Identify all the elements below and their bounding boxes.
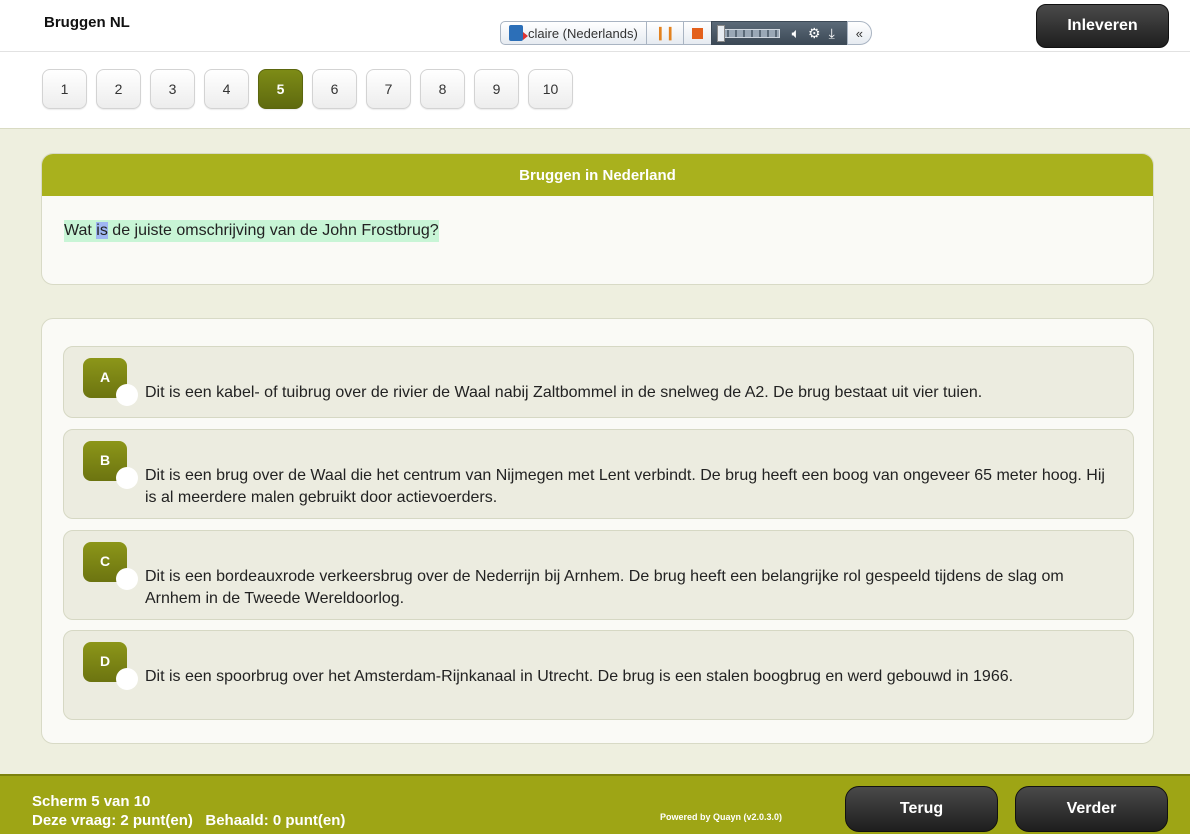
- answer-text: Dit is een spoorbrug over het Amsterdam-…: [145, 668, 1014, 685]
- gear-icon[interactable]: ⚙: [808, 25, 821, 42]
- page-button-10[interactable]: 10: [528, 69, 573, 109]
- page-button-3[interactable]: 3: [150, 69, 195, 109]
- speaker-icon: [509, 25, 528, 41]
- tts-controls: 🔈︎ ⚙ ⤓: [710, 21, 848, 45]
- footer: Scherm 5 van 10 Deze vraag: 2 punt(en) B…: [0, 774, 1190, 834]
- question-card: Bruggen in Nederland Wat is de juiste om…: [41, 153, 1154, 285]
- answer-option-a[interactable]: A Dit is een kabel- of tuibrug over de r…: [63, 346, 1134, 418]
- page-button-1[interactable]: 1: [42, 69, 87, 109]
- stop-icon: [691, 27, 703, 39]
- stop-button[interactable]: [682, 21, 712, 45]
- page-button-2[interactable]: 2: [96, 69, 141, 109]
- question-pager: 1 2 3 4 5 6 7 8 9 10: [42, 69, 582, 109]
- speed-slider[interactable]: [716, 24, 780, 42]
- answer-text: Dit is een kabel- of tuibrug over de riv…: [145, 384, 983, 401]
- radio-button[interactable]: [116, 384, 138, 406]
- volume-icon[interactable]: 🔈︎: [792, 25, 800, 42]
- question-text-highlight: is: [96, 222, 108, 239]
- page-button-5[interactable]: 5: [258, 69, 303, 109]
- pause-button[interactable]: ❙❙: [645, 21, 684, 45]
- question-text-before: Wat: [64, 222, 97, 239]
- download-icon[interactable]: ⤓: [829, 25, 835, 42]
- collapse-icon: «: [855, 25, 864, 41]
- text-to-speech-toolbar: claire (Nederlands) ❙❙ 🔈︎ ⚙ ⤓ «: [500, 20, 873, 46]
- radio-button[interactable]: [116, 668, 138, 690]
- voice-label: claire (Nederlands): [528, 25, 638, 41]
- answer-text: Dit is een brug over de Waal die het cen…: [145, 467, 1105, 506]
- answer-option-d[interactable]: D Dit is een spoorbrug over het Amsterda…: [63, 630, 1134, 720]
- radio-button[interactable]: [116, 467, 138, 489]
- app-title: Bruggen NL: [44, 14, 130, 31]
- next-button[interactable]: Verder: [1015, 786, 1168, 832]
- voice-selector[interactable]: claire (Nederlands): [500, 21, 647, 45]
- radio-button[interactable]: [116, 568, 138, 590]
- collapse-toolbar-button[interactable]: «: [846, 21, 873, 45]
- main-area: Bruggen in Nederland Wat is de juiste om…: [0, 128, 1190, 774]
- question-text-after: de juiste omschrijving van de John Frost…: [107, 222, 439, 239]
- slider-handle[interactable]: [716, 24, 725, 42]
- answer-option-c[interactable]: C Dit is een bordeauxrode verkeersbrug o…: [63, 530, 1134, 620]
- pause-icon: ❙❙: [654, 25, 676, 40]
- page-button-7[interactable]: 7: [366, 69, 411, 109]
- screen-counter: Scherm 5 van 10: [32, 793, 151, 810]
- page-button-8[interactable]: 8: [420, 69, 465, 109]
- points-summary: Deze vraag: 2 punt(en) Behaald: 0 punt(e…: [32, 812, 346, 829]
- answer-option-b[interactable]: B Dit is een brug over de Waal die het c…: [63, 429, 1134, 519]
- page-button-9[interactable]: 9: [474, 69, 519, 109]
- page-button-4[interactable]: 4: [204, 69, 249, 109]
- question-text: Wat is de juiste omschrijving van de Joh…: [64, 220, 439, 242]
- powered-by: Powered by Quayn (v2.0.3.0): [660, 812, 783, 822]
- submit-button[interactable]: Inleveren: [1036, 4, 1169, 48]
- page-button-6[interactable]: 6: [312, 69, 357, 109]
- back-button[interactable]: Terug: [845, 786, 998, 832]
- question-title: Bruggen in Nederland: [42, 154, 1153, 196]
- answers-card: A Dit is een kabel- of tuibrug over de r…: [41, 318, 1154, 744]
- header: Bruggen NL claire (Nederlands) ❙❙ 🔈︎ ⚙ ⤓…: [0, 0, 1190, 52]
- answer-text: Dit is een bordeauxrode verkeersbrug ove…: [145, 568, 1064, 607]
